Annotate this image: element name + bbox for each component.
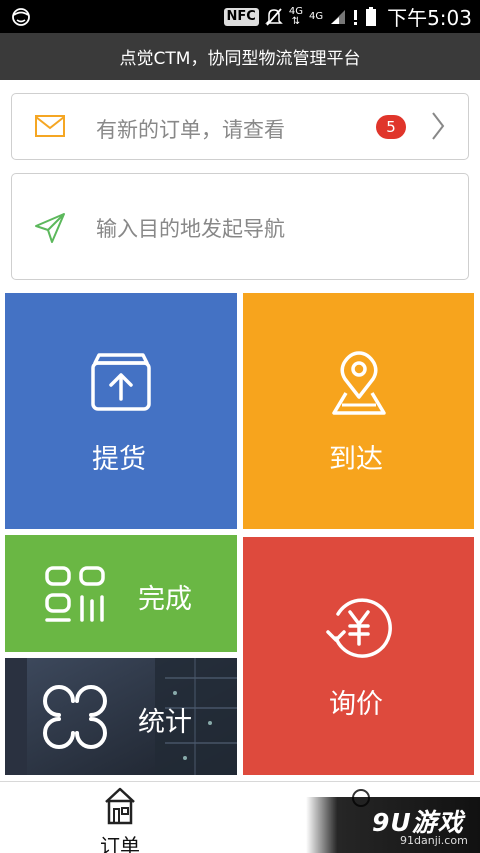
battery-icon [366,6,377,26]
house-icon [105,787,135,825]
qr-code-icon [45,566,105,622]
tile-pickup[interactable]: 提货 [5,293,237,529]
face-icon [12,8,30,26]
tile-done[interactable]: 完成 [5,535,237,652]
navigation-card[interactable]: 输入目的地发起导航 [11,173,469,280]
navigation-arrow-icon [35,213,65,243]
tile-stats[interactable]: 统计 [5,658,237,775]
mail-icon [35,115,65,137]
watermark: 9U游戏 91danji.com [306,797,480,853]
app-header: 点觉CTM，协同型物流管理平台 [0,33,480,80]
tile-pickup-label: 提货 [92,444,146,475]
tile-arrive[interactable]: 到达 [243,293,474,529]
tile-done-label: 完成 [138,584,192,615]
status-time: 下午5:03 [387,6,472,30]
new-order-text: 有新的订单，请查看 [96,118,285,142]
network-indicator-2: 4G [308,10,324,22]
chevron-right-icon [432,112,445,140]
alert-icon [354,9,358,25]
tile-arrive-label: 到达 [329,444,383,475]
tile-inquiry[interactable]: 询价 [243,537,474,775]
order-count-badge: 5 [376,115,406,139]
new-order-card[interactable]: 有新的订单，请查看 5 [11,93,469,160]
infinity-loops-icon [43,685,107,749]
watermark-url: 91danji.com [400,834,468,847]
upload-box-icon [91,353,151,411]
page-title: 点觉CTM，协同型物流管理平台 [119,49,361,69]
nfc-badge: NFC [223,7,259,26]
destination-input[interactable]: 输入目的地发起导航 [96,213,285,243]
mute-icon [265,7,283,26]
status-bar: NFC 4G ⇅ 4G 下午5:03 [0,0,480,33]
bottom-nav-orders-label: 订单 [100,834,140,853]
server-room-background [5,658,237,775]
status-right: NFC 4G ⇅ 4G 下午5:03 [223,0,472,33]
tile-inquiry-label: 询价 [329,689,383,720]
tile-stats-label: 统计 [138,707,192,738]
yen-refresh-icon [326,598,392,658]
network-indicator-1: 4G ⇅ [288,5,303,27]
bottom-nav-orders[interactable]: 订单 [92,786,148,853]
signal-icon [331,9,346,24]
map-pin-icon [332,351,386,415]
